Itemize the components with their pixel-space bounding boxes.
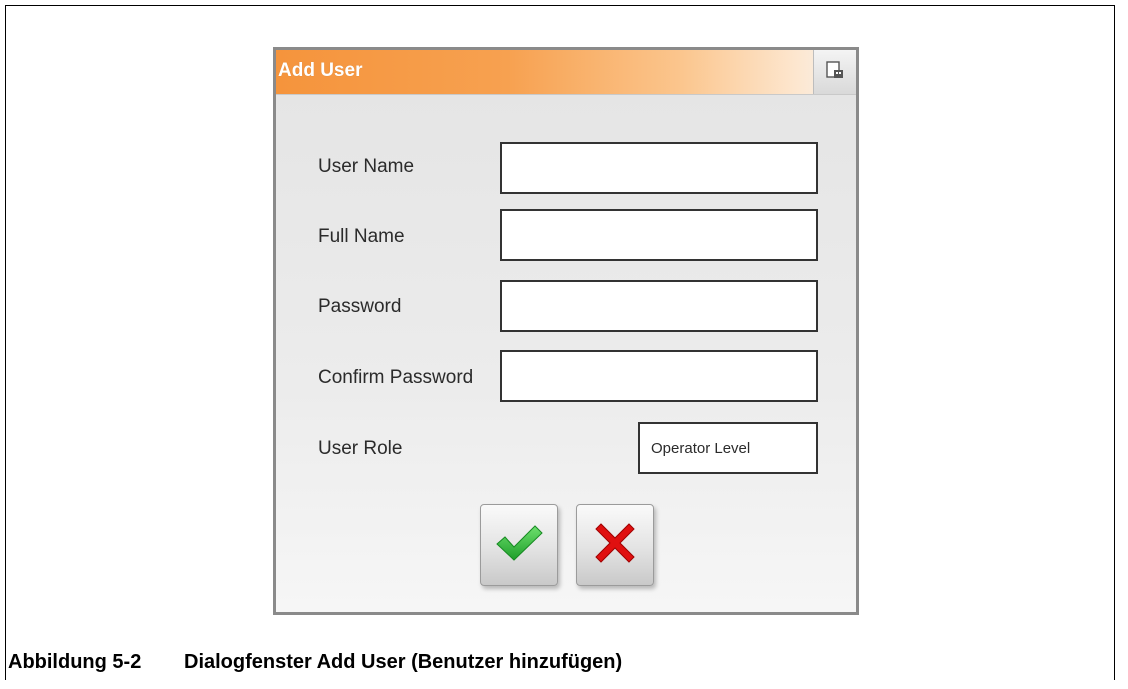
confirm-password-label: Confirm Password: [318, 367, 474, 388]
cancel-button[interactable]: [576, 504, 654, 586]
ok-button[interactable]: [480, 504, 558, 586]
user-role-label: User Role: [318, 438, 403, 459]
user-name-field[interactable]: [500, 142, 818, 194]
user-name-label: User Name: [318, 156, 415, 177]
x-icon: [592, 520, 638, 571]
full-name-field[interactable]: [500, 209, 818, 261]
screen-keyboard-icon: [826, 60, 844, 84]
password-field[interactable]: [500, 280, 818, 332]
keyboard-toggle-button[interactable]: [813, 50, 856, 94]
dialog-titlebar: Add User: [276, 50, 856, 95]
page: Add User User Name Full Name Password Co…: [0, 0, 1128, 689]
password-label: Password: [318, 296, 402, 317]
figure-caption: Abbildung 5-2 Dialogfenster Add User (Ben…: [8, 651, 622, 674]
dialog-title: Add User: [278, 60, 363, 81]
add-user-dialog: Add User User Name Full Name Password Co…: [273, 47, 859, 615]
figure-number: Abbildung 5-2: [8, 651, 142, 673]
confirm-password-field[interactable]: [500, 350, 818, 402]
full-name-label: Full Name: [318, 226, 405, 247]
checkmark-icon: [494, 522, 544, 569]
user-role-select[interactable]: Operator Level: [638, 422, 818, 474]
figure-caption-text: Dialogfenster Add User (Benutzer hinzufü…: [184, 651, 623, 673]
